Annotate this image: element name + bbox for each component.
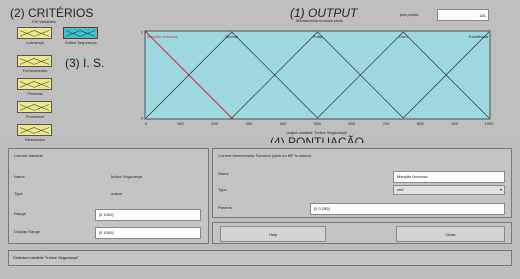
mf-type-label: Type xyxy=(218,187,227,192)
x-tick-label: 200 xyxy=(211,121,218,126)
cv-name-value: Índice Segurança xyxy=(111,174,143,179)
mf-type-value: zmf xyxy=(397,187,404,192)
range-input[interactable]: [0 1000] xyxy=(95,209,201,221)
mf-label-2: Prata xyxy=(313,34,323,39)
y-axis-ticks: 01 xyxy=(141,30,144,121)
button-panel: Help Close xyxy=(212,222,512,244)
cv-name-label: Name xyxy=(14,174,25,179)
close-button[interactable]: Close xyxy=(396,226,505,242)
plot-background xyxy=(144,30,491,120)
mf-name-input[interactable]: Menção Honrosa xyxy=(393,171,505,183)
chevron-down-icon: ▾ xyxy=(499,187,502,192)
mf-label-4: Excelência xyxy=(469,34,489,39)
mf-label-0: Menção Honrosa xyxy=(147,34,178,39)
x-tick-label: 400 xyxy=(280,121,287,126)
mf-vertex-0[interactable] xyxy=(145,31,147,33)
mf-params-label: Params xyxy=(218,205,232,210)
current-mf-title: Current Membership Function (click on MF… xyxy=(218,153,311,158)
x-tick-label: 800 xyxy=(417,121,424,126)
current-variable-panel: Current Variable Name Índice Segurança T… xyxy=(8,148,209,244)
x-tick-label: 900 xyxy=(451,121,458,126)
x-tick-label: 100 xyxy=(177,121,184,126)
display-range-input[interactable]: [0 1000] xyxy=(95,227,201,239)
x-tick-label: 500 xyxy=(314,121,321,126)
mf-label-1: Bronze xyxy=(225,34,238,39)
membership-function-plot[interactable]: Menção Honrosa Bronze Prata Ouro Excelência … xyxy=(0,0,520,143)
mf-label-3: Ouro xyxy=(399,34,409,39)
y-tick-label: 1 xyxy=(141,30,144,35)
current-variable-title: Current Variable xyxy=(14,153,43,158)
x-tick-label: 600 xyxy=(348,121,355,126)
cv-type-label: Type xyxy=(14,191,23,196)
cv-type-value: output xyxy=(111,191,123,196)
x-axis-ticks: 0 100 200 300 400 500 600 700 800 900 1000 xyxy=(145,121,494,126)
x-tick-label: 1000 xyxy=(485,121,495,126)
mf-params-input[interactable]: [0 0 250] xyxy=(310,203,505,215)
x-tick-label: 700 xyxy=(383,121,390,126)
cv-range-label: Range xyxy=(14,211,26,216)
x-tick-label: 0 xyxy=(145,121,148,126)
y-tick-label: 0 xyxy=(141,116,144,121)
x-axis-label: output variable "Índice Segurança" xyxy=(286,130,348,135)
cv-display-range-label: Display Range xyxy=(14,229,41,234)
help-button[interactable]: Help xyxy=(220,226,326,242)
mf-name-label: Name xyxy=(218,171,229,176)
status-bar: Selected variable "Índice Segurança" xyxy=(8,250,512,266)
x-tick-label: 300 xyxy=(246,121,253,126)
current-mf-panel: Current Membership Function (click on MF… xyxy=(212,148,512,218)
mf-type-select[interactable]: zmf ▾ xyxy=(393,185,505,195)
